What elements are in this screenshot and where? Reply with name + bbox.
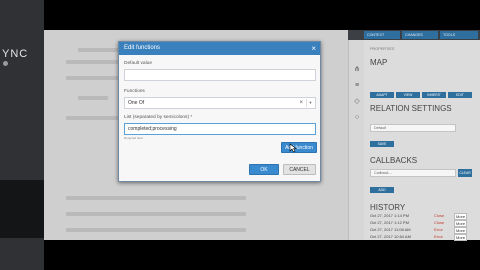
history-more-button[interactable]: More <box>454 213 468 220</box>
tag-icon[interactable]: ◇ <box>353 98 361 106</box>
functions-select-value: One Of <box>128 100 145 106</box>
history-row: Oct 27, 2017 1:12 PM Close More <box>370 220 474 227</box>
right-panel-tabs: CONTEXT CHANGES TOOLS <box>364 30 480 40</box>
add-function-button[interactable]: Add function <box>281 142 317 153</box>
default-value-input[interactable] <box>124 69 316 81</box>
list-input[interactable]: completed;processing <box>124 123 316 135</box>
history-title: HISTORY <box>370 203 406 212</box>
screen: YNC Untitled.bdl × Test Completion Funct… <box>0 0 480 270</box>
relation-select[interactable]: Default <box>370 124 456 132</box>
history-date: Oct 27, 2017 10:54 AM <box>370 234 411 239</box>
inherit-button[interactable]: INHERIT <box>422 92 446 98</box>
functions-select[interactable]: One Of × ▼ <box>124 97 316 109</box>
history-date: Oct 27, 2017 1:12 PM <box>370 220 409 225</box>
circle-icon[interactable]: ○ <box>353 114 361 122</box>
tool-strip: ⋔ ≡ ◇ ○ <box>348 40 364 240</box>
adapt-button[interactable]: ADAPT <box>370 92 394 98</box>
history-more-button[interactable]: More <box>454 220 468 227</box>
workspace-row <box>78 96 108 100</box>
workspace-row <box>78 48 118 52</box>
close-icon[interactable]: × <box>311 44 316 53</box>
dialog-title: Edit functions <box>124 45 161 51</box>
workspace-row <box>66 196 246 200</box>
view-button[interactable]: VIEW <box>396 92 420 98</box>
history-date: Oct 27, 2017 11:08 AM <box>370 227 411 232</box>
tab-changes[interactable]: CHANGES <box>402 31 438 39</box>
app-brand: YNC <box>2 48 29 60</box>
clear-button[interactable]: CLEAR <box>458 169 472 177</box>
history-row: Oct 27, 2017 1:14 PM Close More <box>370 213 474 220</box>
workspace-row <box>66 228 246 232</box>
default-value-label: Default value <box>124 61 152 66</box>
share-nodes-icon[interactable]: ⋔ <box>353 66 361 74</box>
edit-functions-dialog: Edit functions × Default value Functions… <box>118 41 321 182</box>
right-panel: PROPERTIES MAP ADAPT VIEW INHERIT EDIT R… <box>364 40 480 241</box>
history-status: Error <box>434 227 443 232</box>
edit-button[interactable]: EDIT <box>448 92 472 98</box>
cancel-button[interactable]: CANCEL <box>283 164 316 175</box>
clear-icon[interactable]: × <box>299 98 303 108</box>
history-more-button[interactable]: More <box>454 234 468 241</box>
tab-context[interactable]: CONTEXT <box>364 31 400 39</box>
history-status: Close <box>434 213 445 218</box>
tab-tools[interactable]: TOOLS <box>440 31 478 39</box>
save-button[interactable]: SAVE <box>370 141 394 147</box>
sidebar-footer <box>0 180 44 238</box>
functions-label: Functions <box>124 89 145 94</box>
nav-dot-icon[interactable] <box>3 61 8 66</box>
callbacks-title: CALLBACKS <box>370 156 418 165</box>
history-status: Error <box>434 234 443 239</box>
list-icon[interactable]: ≡ <box>353 82 361 90</box>
add-callback-button[interactable]: ADD <box>370 187 394 193</box>
list-label: List (separated by semicolons) * <box>124 115 193 120</box>
required-hint: Required field <box>124 136 143 140</box>
ok-button[interactable]: OK <box>249 164 279 175</box>
history-status: Close <box>434 220 445 225</box>
pointer-cursor-icon <box>289 143 297 153</box>
workspace-row <box>66 212 246 216</box>
relation-settings-title: RELATION SETTINGS <box>370 104 452 113</box>
history-more-button[interactable]: More <box>454 227 468 234</box>
app-sidebar: YNC <box>0 0 44 270</box>
dialog-header: Edit functions × <box>119 42 320 55</box>
chevron-down-icon[interactable]: ▼ <box>306 99 314 107</box>
history-date: Oct 27, 2017 1:14 PM <box>370 213 409 218</box>
history-row: Oct 27, 2017 11:08 AM Error More <box>370 227 474 234</box>
section-label: PROPERTIES <box>370 47 395 51</box>
history-row: Oct 27, 2017 10:54 AM Error More <box>370 234 474 241</box>
callback-input[interactable]: Callback... <box>370 169 456 177</box>
map-title: MAP <box>370 58 388 67</box>
